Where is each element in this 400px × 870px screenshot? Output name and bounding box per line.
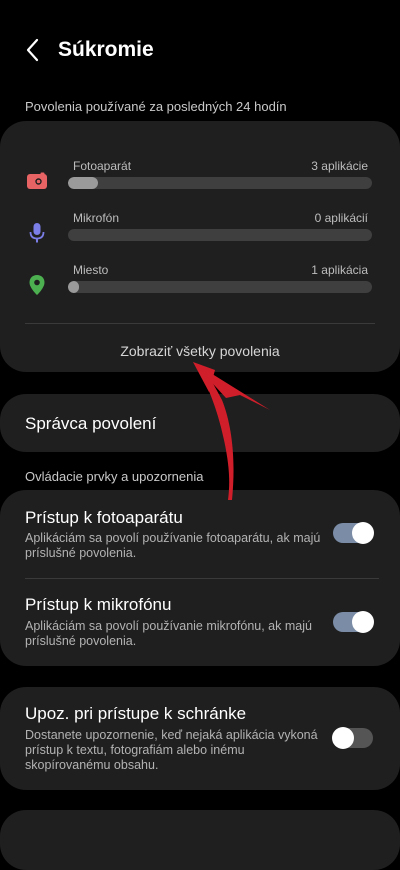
microphone-access-description: Aplikáciám sa povolí používanie mikrofón… [25,619,312,648]
usage-bar [68,177,372,189]
permission-name: Mikrofón [73,211,120,225]
controls-card: Prístup k fotoaparátu Aplikáciám sa povo… [0,490,400,666]
usage-bar-fill [68,281,79,293]
permission-row-camera[interactable]: Fotoaparát 3 aplikácie [0,159,400,199]
permission-row-location[interactable]: Miesto 1 aplikácia [0,263,400,303]
camera-access-toggle[interactable] [333,522,374,544]
permission-count: 1 aplikácia [311,263,368,277]
permissions-usage-card: Fotoaparát 3 aplikácie Mikrofón 0 apliká… [0,121,400,372]
toggle-knob [352,522,374,544]
camera-access-title: Prístup k fotoaparátu [25,508,183,527]
microphone-access-title: Prístup k mikrofónu [25,595,172,614]
microphone-icon [29,223,45,243]
show-all-permissions-button[interactable]: Zobraziť všetky povolenia [0,343,400,359]
clipboard-card[interactable]: Upoz. pri prístupe k schránke Dostanete … [0,687,400,790]
permission-row-microphone[interactable]: Mikrofón 0 aplikácií [0,211,400,251]
camera-access-description: Aplikáciám sa povolí používanie fotoapar… [25,531,321,560]
toggle-knob [352,611,374,633]
camera-icon [27,172,47,189]
next-card-partial [0,810,400,870]
permissions-section-label: Povolenia používané za posledných 24 hod… [25,99,287,114]
usage-bar [68,281,372,293]
toggle-knob [332,727,354,749]
page-title: Súkromie [58,38,154,61]
permission-count: 3 aplikácie [311,159,368,173]
app-header: Súkromie [0,26,400,76]
microphone-access-toggle[interactable] [333,611,374,633]
usage-bar [68,229,372,241]
permission-manager-card[interactable]: Správca povolení [0,394,400,452]
clipboard-title: Upoz. pri prístupe k schránke [25,704,247,723]
clipboard-toggle[interactable] [332,727,373,749]
permission-count: 0 aplikácií [314,211,368,225]
permission-name: Miesto [73,263,109,277]
usage-bar-fill [68,177,99,189]
divider [25,323,375,324]
permission-manager-label: Správca povolení [25,414,157,433]
controls-section-label: Ovládacie prvky a upozornenia [25,469,204,484]
permission-name: Fotoaparát [73,159,132,173]
divider [25,578,379,579]
location-pin-icon [29,275,45,295]
chevron-left-icon[interactable] [20,36,48,64]
clipboard-description: Dostanete upozornenie, keď nejaká apliká… [25,728,318,772]
